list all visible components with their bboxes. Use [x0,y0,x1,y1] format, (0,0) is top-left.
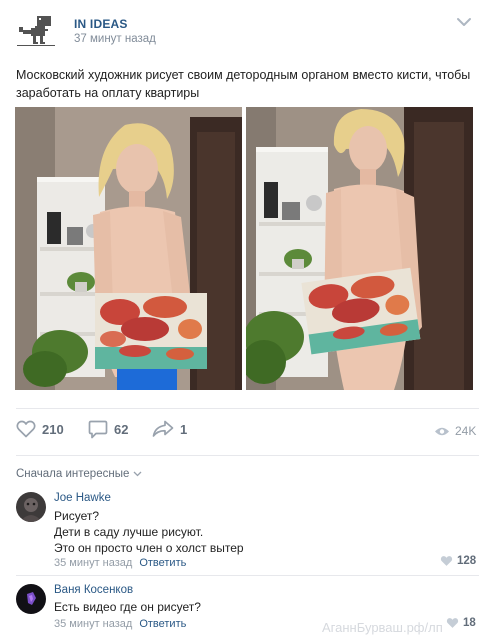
post-photo-2[interactable] [246,107,473,390]
comment-meta: 35 минут назад Ответить [54,557,186,569]
share-icon [152,420,174,437]
reply-link[interactable]: Ответить [139,557,186,569]
comment-time[interactable]: 35 минут назад [54,618,132,630]
heart-icon [440,556,453,566]
group-name-link[interactable]: IN IDEAS [74,17,128,31]
post-timestamp[interactable]: 37 минут назад [74,33,156,45]
post-actions: 210 62 1 24K [0,416,495,446]
heart-icon [446,618,459,628]
heart-icon [16,420,36,438]
comment-button[interactable]: 62 [88,420,128,439]
share-button[interactable]: 1 [152,420,187,438]
post-photo-1[interactable] [15,107,242,390]
comment-like-count: 128 [457,555,477,567]
comment-author-link[interactable]: Joe Hawke [54,492,111,504]
comment-text: Есть видео где он рисует? [54,600,201,614]
post-header: IN IDEAS 37 минут назад [0,0,495,60]
comment-count: 62 [114,422,129,437]
divider [16,575,479,576]
share-count: 1 [180,421,188,437]
dino-avatar-icon[interactable] [17,14,55,48]
comment-like-count: 18 [463,617,476,629]
comment-author-link[interactable]: Ваня Косенков [54,584,133,596]
avatar[interactable] [16,492,46,522]
post-text: Московский художник рисует своим детород… [16,68,471,100]
divider [16,408,479,409]
avatar[interactable] [16,584,46,614]
views-counter: 24K [434,424,476,438]
eye-icon [435,427,449,435]
comment-like-button[interactable]: 18 [446,617,476,629]
comment-like-button[interactable]: 128 [440,555,476,567]
views-count: 24K [455,424,477,438]
sort-label: Сначала интересные [16,468,130,480]
divider [16,455,479,456]
comment-time[interactable]: 35 минут назад [54,557,132,569]
chevron-down-icon [133,471,142,477]
like-button[interactable]: 210 [16,420,64,438]
comment-icon [88,420,108,439]
comment-text: Рисует? Дети в саду лучше рисуют. Это он… [54,509,244,555]
chevron-down-icon[interactable] [456,16,472,28]
comments-sort-toggle[interactable]: Сначала интересные [16,468,142,480]
comment-meta: 35 минут назад Ответить [54,618,186,630]
like-count: 210 [42,421,64,437]
reply-link[interactable]: Ответить [139,618,186,630]
watermark: АганнБурваш.рф/лп [322,620,443,635]
